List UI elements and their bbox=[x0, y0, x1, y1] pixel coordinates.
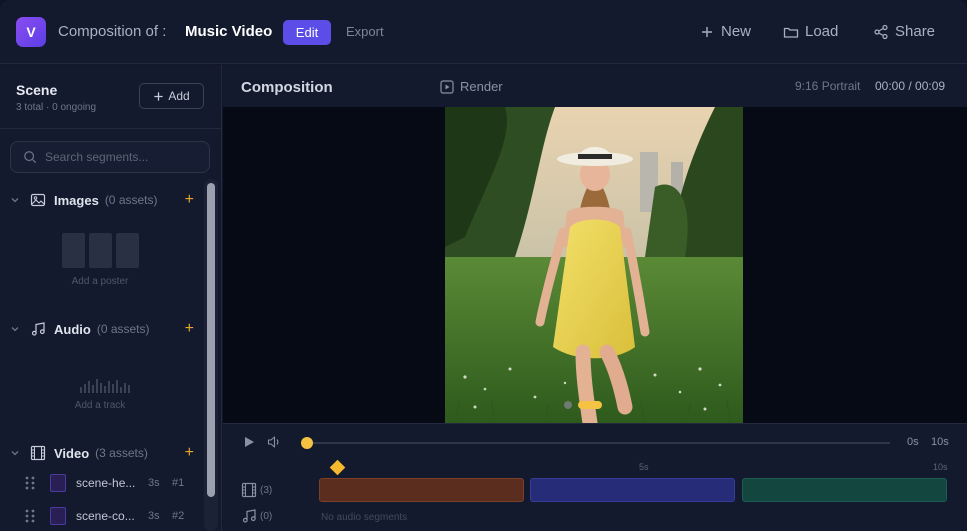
video-thumbnail bbox=[50, 507, 66, 525]
add-scene-button[interactable]: Add bbox=[139, 83, 204, 109]
seek-start-time: 0s bbox=[907, 436, 919, 448]
video-item-index: #2 bbox=[172, 510, 185, 522]
playhead-marker[interactable] bbox=[329, 459, 346, 476]
timeline: 5s 10s (3) (0) No audio segments bbox=[223, 459, 967, 531]
folder-icon bbox=[783, 27, 799, 38]
time-readout: 00:00 / 00:09 bbox=[875, 79, 946, 93]
chevron-down-icon[interactable] bbox=[10, 324, 20, 334]
share-button-label: Share bbox=[895, 23, 936, 40]
no-audio-message: No audio segments bbox=[321, 512, 408, 523]
add-track-label: Add a track bbox=[74, 400, 126, 411]
search-input[interactable] bbox=[45, 150, 195, 164]
music-note-icon bbox=[242, 509, 256, 523]
image-icon bbox=[30, 193, 46, 207]
add-video-button[interactable]: + bbox=[185, 444, 194, 462]
scene-sidebar: Scene 3 total · 0 ongoing Add Images (0 … bbox=[0, 65, 222, 531]
sidebar-scrollbar[interactable] bbox=[204, 179, 218, 531]
poster-placeholder-slot bbox=[116, 233, 139, 268]
video-item-index: #1 bbox=[172, 477, 185, 489]
film-icon bbox=[30, 445, 46, 461]
share-button[interactable]: Share bbox=[873, 23, 935, 40]
timeline-tick-mid: 5s bbox=[639, 462, 649, 472]
images-section-header[interactable]: Images (0 assets) + bbox=[10, 191, 200, 209]
scene-subtitle: 3 total · 0 ongoing bbox=[16, 102, 97, 113]
scrollbar-thumb[interactable] bbox=[207, 183, 215, 497]
chevron-down-icon[interactable] bbox=[10, 195, 20, 205]
seek-bar[interactable] bbox=[305, 442, 890, 444]
video-lane-count: (3) bbox=[260, 485, 273, 496]
load-button[interactable]: Load bbox=[783, 23, 838, 40]
timeline-video-segment-3[interactable] bbox=[742, 478, 947, 502]
video-list-item[interactable]: scene-co... 3s #2 bbox=[24, 506, 204, 526]
preview-stage bbox=[223, 107, 967, 423]
add-scene-label: Add bbox=[168, 89, 190, 103]
poster-placeholder[interactable] bbox=[62, 233, 139, 268]
plus-icon bbox=[702, 26, 712, 37]
timeline-tick-end: 10s bbox=[933, 462, 948, 472]
music-note-icon bbox=[31, 322, 45, 336]
sidebar-divider bbox=[0, 128, 222, 129]
plus-icon bbox=[154, 91, 163, 101]
video-section-header[interactable]: Video (3 assets) + bbox=[10, 444, 200, 462]
aspect-format: 9:16 Portrait bbox=[795, 79, 861, 93]
render-button[interactable]: Render bbox=[440, 79, 503, 94]
video-section-count: (3 assets) bbox=[95, 446, 148, 460]
add-audio-button[interactable]: + bbox=[185, 320, 194, 338]
play-icon[interactable] bbox=[243, 436, 255, 448]
video-item-duration: 3s bbox=[148, 510, 160, 522]
waveform-icon bbox=[80, 379, 130, 393]
carousel-dot-active[interactable] bbox=[578, 401, 602, 409]
top-header: V Composition of : Music Video Edit Expo… bbox=[0, 0, 967, 64]
render-play-icon bbox=[440, 79, 454, 94]
seek-end-time: 10s bbox=[931, 436, 949, 448]
audio-section-header[interactable]: Audio (0 assets) + bbox=[10, 320, 200, 338]
new-button-label: New bbox=[721, 23, 752, 40]
add-poster-label: Add a poster bbox=[71, 276, 129, 287]
app-window: V Composition of : Music Video Edit Expo… bbox=[0, 0, 967, 531]
video-item-name: scene-he... bbox=[76, 476, 136, 490]
poster-placeholder-slot bbox=[62, 233, 85, 268]
timeline-video-segment-1[interactable] bbox=[319, 478, 524, 502]
composition-panel: Composition Render 9:16 Portrait 00:00 /… bbox=[223, 65, 967, 531]
audio-lane-count: (0) bbox=[260, 511, 273, 522]
timeline-video-segment-2[interactable] bbox=[530, 478, 735, 502]
video-preview[interactable] bbox=[445, 107, 743, 423]
audio-section-title: Audio bbox=[54, 321, 91, 337]
chevron-down-icon[interactable] bbox=[10, 448, 20, 458]
drag-handle-icon[interactable] bbox=[24, 508, 36, 524]
video-list-item[interactable]: scene-he... 3s #1 bbox=[24, 473, 204, 493]
images-section-count: (0 assets) bbox=[104, 193, 158, 207]
new-button[interactable]: New bbox=[699, 23, 751, 40]
volume-icon[interactable] bbox=[267, 435, 281, 449]
film-icon bbox=[241, 482, 257, 498]
video-item-duration: 3s bbox=[148, 477, 160, 489]
playback-controls: 0s 10s bbox=[223, 423, 967, 459]
export-tab-button[interactable]: Export bbox=[346, 24, 384, 39]
carousel-indicator[interactable] bbox=[564, 401, 602, 409]
audio-section-count: (0 assets) bbox=[96, 322, 150, 336]
search-icon bbox=[24, 151, 37, 164]
video-thumbnail bbox=[50, 474, 66, 492]
images-section-title: Images bbox=[54, 192, 99, 208]
poster-placeholder-slot bbox=[89, 233, 112, 268]
drag-handle-icon[interactable] bbox=[24, 475, 36, 491]
app-logo[interactable]: V bbox=[16, 17, 46, 47]
video-section-title: Video bbox=[54, 445, 90, 461]
carousel-dot[interactable] bbox=[564, 401, 572, 409]
share-icon bbox=[874, 24, 888, 39]
segment-search[interactable] bbox=[10, 141, 210, 173]
seek-handle[interactable] bbox=[301, 437, 313, 449]
add-image-button[interactable]: + bbox=[185, 191, 194, 209]
load-button-label: Load bbox=[805, 23, 839, 40]
video-item-name: scene-co... bbox=[76, 509, 135, 523]
composition-name[interactable]: Music Video bbox=[185, 23, 272, 40]
scene-title: Scene bbox=[16, 82, 58, 98]
composition-title: Composition bbox=[241, 79, 333, 96]
video-frame-image bbox=[445, 107, 743, 423]
composition-prefix: Composition of : bbox=[58, 23, 167, 40]
render-button-label: Render bbox=[460, 79, 503, 94]
edit-tab-button[interactable]: Edit bbox=[283, 20, 331, 45]
